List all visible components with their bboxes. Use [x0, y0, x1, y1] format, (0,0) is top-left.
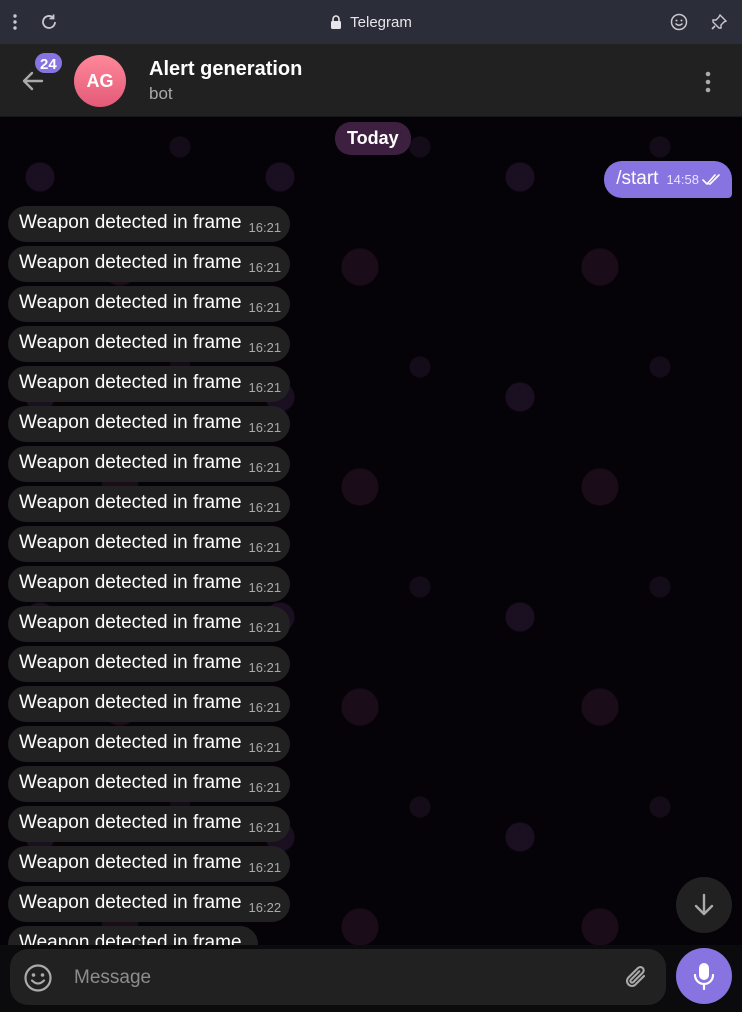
message-text: Weapon detected in frame	[19, 612, 242, 633]
message-time: 16:21	[248, 780, 282, 795]
message-time: 16:22	[248, 900, 282, 915]
message-text: Weapon detected in frame	[19, 292, 242, 313]
more-vertical-icon[interactable]	[696, 68, 720, 96]
voice-record-button[interactable]	[676, 948, 732, 1004]
browser-toolbar: Telegram	[0, 0, 742, 44]
message-time: 16:21	[248, 220, 282, 235]
incoming-message[interactable]: Weapon detected in frame 16:21	[8, 326, 291, 362]
message-text: Weapon detected in frame	[19, 572, 242, 593]
message-text: Weapon detected in frame	[19, 492, 242, 513]
incoming-message[interactable]: Weapon detected in frame 16:21	[8, 646, 291, 682]
lock-icon	[330, 14, 342, 30]
microphone-icon	[693, 962, 715, 990]
message-time: 16:21	[248, 340, 282, 355]
message-time: 16:21	[248, 380, 282, 395]
double-check-icon	[702, 173, 722, 186]
message-text: Weapon detected in frame	[19, 252, 242, 273]
message-text: Weapon detected in frame	[19, 772, 242, 793]
browser-page-title: Telegram	[350, 13, 412, 31]
message-time: 16:21	[248, 540, 282, 555]
message-time: 16:21	[248, 460, 282, 475]
incoming-message[interactable]: Weapon detected in frame 16:21	[8, 366, 291, 402]
message-input-wrapper	[10, 949, 666, 1005]
paperclip-icon[interactable]	[622, 963, 652, 993]
incoming-message[interactable]: Weapon detected in frame 16:21	[8, 686, 291, 722]
pin-icon[interactable]	[710, 13, 728, 31]
incoming-message[interactable]: Weapon detected in frame 16:21	[8, 606, 291, 642]
message-time: 16:21	[248, 700, 282, 715]
message-time: 16:21	[248, 620, 282, 635]
scroll-down-button[interactable]	[676, 877, 732, 933]
incoming-message[interactable]: Weapon detected in frame	[8, 926, 258, 945]
date-separator: Today	[335, 122, 411, 155]
message-meta: 14:58	[666, 172, 722, 187]
emoji-icon[interactable]	[670, 13, 688, 31]
message-text: Weapon detected in frame	[19, 212, 242, 233]
message-text: Weapon detected in frame	[19, 732, 242, 753]
message-text: Weapon detected in frame	[19, 452, 242, 473]
incoming-message[interactable]: Weapon detected in frame 16:21	[8, 566, 291, 602]
message-composer	[0, 945, 742, 1012]
incoming-message[interactable]: Weapon detected in frame 16:21	[8, 406, 291, 442]
incoming-message[interactable]: Weapon detected in frame 16:21	[8, 526, 291, 562]
message-text: Weapon detected in frame	[19, 812, 242, 833]
incoming-message[interactable]: Weapon detected in frame 16:21	[8, 246, 291, 282]
unread-count-badge: 24	[33, 51, 64, 75]
incoming-message[interactable]: Weapon detected in frame 16:21	[8, 726, 291, 762]
chat-header: 24 AG Alert generation bot	[0, 44, 742, 117]
incoming-message[interactable]: Weapon detected in frame 16:21	[8, 446, 291, 482]
message-time: 14:58	[666, 172, 699, 187]
message-time: 16:21	[248, 300, 282, 315]
message-time: 16:21	[248, 860, 282, 875]
message-text: Weapon detected in frame	[19, 652, 242, 673]
message-text: Weapon detected in frame	[19, 932, 242, 945]
message-time: 16:21	[248, 500, 282, 515]
incoming-message[interactable]: Weapon detected in frame 16:21	[8, 846, 291, 882]
incoming-message-list: Weapon detected in frame 16:21 Weapon dete…	[8, 206, 291, 945]
message-time: 16:21	[248, 740, 282, 755]
avatar[interactable]: AG	[74, 55, 126, 107]
outgoing-message[interactable]: /start 14:58	[604, 161, 732, 198]
message-time: 16:21	[248, 820, 282, 835]
incoming-message[interactable]: Weapon detected in frame 16:22	[8, 886, 291, 922]
address-bar[interactable]: Telegram	[330, 14, 412, 31]
chat-messages-area[interactable]: Today /start 14:58 Weapon detected in fr…	[0, 117, 742, 945]
message-text: Weapon detected in frame	[19, 852, 242, 873]
message-text: Weapon detected in frame	[19, 892, 242, 913]
incoming-message[interactable]: Weapon detected in frame 16:21	[8, 206, 291, 242]
message-text: Weapon detected in frame	[19, 412, 242, 433]
incoming-message[interactable]: Weapon detected in frame 16:21	[8, 766, 291, 802]
browser-right-controls	[670, 0, 728, 44]
incoming-message[interactable]: Weapon detected in frame 16:21	[8, 486, 291, 522]
reload-icon[interactable]	[40, 13, 58, 31]
message-time: 16:21	[248, 580, 282, 595]
smiley-icon[interactable]	[22, 962, 54, 994]
message-text: /start	[616, 168, 659, 189]
message-time: 16:21	[248, 260, 282, 275]
arrow-down-icon	[693, 893, 715, 917]
more-vertical-icon[interactable]	[12, 13, 18, 31]
message-text: Weapon detected in frame	[19, 692, 242, 713]
message-text: Weapon detected in frame	[19, 532, 242, 553]
incoming-message[interactable]: Weapon detected in frame 16:21	[8, 806, 291, 842]
message-time: 16:21	[248, 660, 282, 675]
browser-left-controls	[12, 0, 58, 44]
message-text: Weapon detected in frame	[19, 372, 242, 393]
incoming-message[interactable]: Weapon detected in frame 16:21	[8, 286, 291, 322]
chat-subtitle: bot	[149, 84, 173, 103]
message-input[interactable]	[72, 957, 596, 999]
message-text: Weapon detected in frame	[19, 332, 242, 353]
message-time: 16:21	[248, 420, 282, 435]
chat-title[interactable]: Alert generation	[149, 58, 302, 81]
